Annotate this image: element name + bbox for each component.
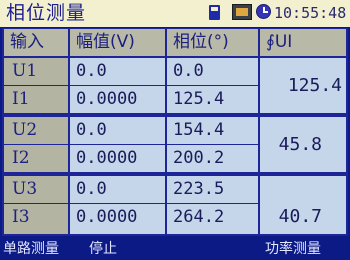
phase-diff-ch3: 40.7 [260, 176, 346, 234]
column-header-phase-diff: ∮UI [260, 29, 346, 56]
phase-i1: 125.4 [167, 86, 258, 113]
phase-diff-ch2: 45.8 [260, 117, 346, 172]
softkey-bar: 单路测量 停止 功率测量 [0, 238, 350, 260]
column-header-input: 输入 [4, 29, 68, 56]
amplitude-i3: 0.0000 [70, 204, 165, 234]
phase-u1: 0.0 [167, 58, 258, 85]
battery-icon [232, 4, 252, 20]
clock-icon [256, 4, 271, 19]
row-label-u1: U1 [4, 58, 68, 85]
sd-card-icon [209, 5, 220, 20]
title-bar: 相位测量 10:55:48 [0, 0, 350, 27]
screen-title: 相位测量 [6, 2, 87, 24]
column-header-amplitude: 幅值(V) [70, 29, 165, 56]
phase-measurement-screen: 相位测量 10:55:48 输入 幅值(V) 相位(°) ∮UI U1 I1 U… [0, 0, 350, 260]
phase-diff-ch1: 125.4 [260, 58, 346, 113]
power-measure-button[interactable]: 功率测量 [265, 238, 321, 260]
stop-button[interactable]: 停止 [89, 238, 117, 260]
amplitude-u2: 0.0 [70, 117, 165, 144]
amplitude-i2: 0.0000 [70, 145, 165, 172]
row-label-u2: U2 [4, 117, 68, 144]
amplitude-u1: 0.0 [70, 58, 165, 85]
phase-i2: 200.2 [167, 145, 258, 172]
amplitude-u3: 0.0 [70, 176, 165, 203]
column-header-phase: 相位(°) [167, 29, 258, 56]
phase-u3: 223.5 [167, 176, 258, 203]
row-label-i1: I1 [4, 86, 68, 113]
row-label-u3: U3 [4, 176, 68, 203]
amplitude-i1: 0.0000 [70, 86, 165, 113]
clock-time: 10:55:48 [274, 4, 347, 22]
row-label-i2: I2 [4, 145, 68, 172]
row-label-i3: I3 [4, 204, 68, 234]
phase-i3: 264.2 [167, 204, 258, 234]
phase-u2: 154.4 [167, 117, 258, 144]
measurement-table: 输入 幅值(V) 相位(°) ∮UI U1 I1 U2 I2 U3 I3 0.0… [2, 28, 348, 236]
single-channel-measure-button[interactable]: 单路测量 [3, 238, 59, 260]
